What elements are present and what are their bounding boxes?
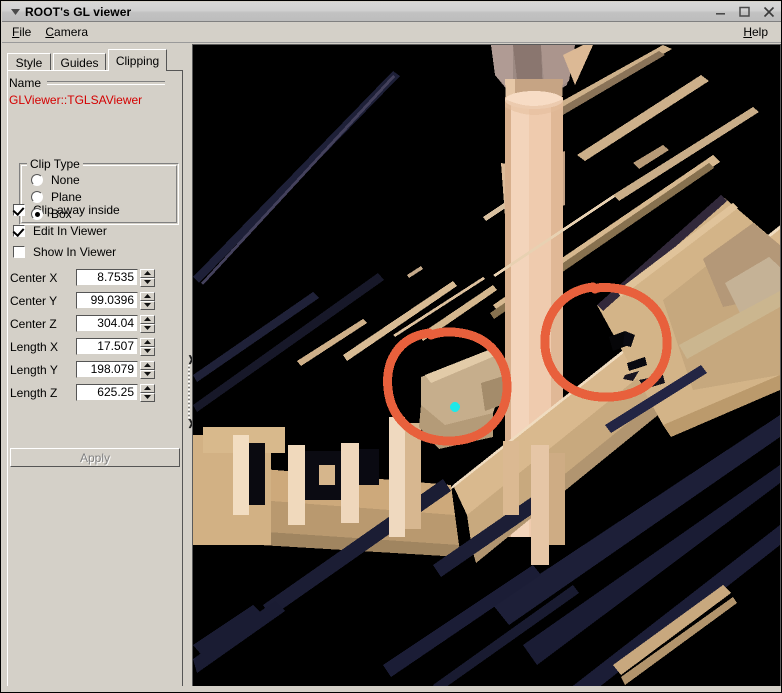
length-y-label: Length Y: [10, 362, 58, 377]
center-z-label: Center Z: [10, 316, 57, 331]
radio-box-indicator: [31, 208, 43, 220]
name-group: Name GLViewer::TGLSAViewer: [9, 76, 181, 107]
center-x-input[interactable]: 8.7535: [76, 269, 138, 286]
checkbox-edit-in-viewer[interactable]: Edit In Viewer: [13, 224, 107, 238]
menubar: File Camera Help: [2, 22, 781, 43]
name-group-label: Name: [9, 76, 42, 90]
center-x-stepper[interactable]: [140, 268, 155, 287]
apply-button[interactable]: Apply: [10, 448, 180, 467]
tab-guides-label: Guides: [60, 56, 99, 70]
center-z-stepper[interactable]: [140, 314, 155, 333]
center-y-label: Center Y: [10, 293, 58, 308]
radio-none-indicator: [31, 174, 43, 186]
menu-help-label: elp: [751, 25, 768, 39]
length-z-step-up[interactable]: [140, 383, 155, 393]
center-z-step-up[interactable]: [140, 314, 155, 324]
checkbox-show-in-viewer[interactable]: Show In Viewer: [13, 245, 116, 259]
center-x-step-up[interactable]: [140, 268, 155, 278]
field-center-z: Center Z 304.04: [10, 314, 178, 333]
show-in-viewer-box: [13, 246, 25, 258]
tab-clipping-label: Clipping: [115, 54, 160, 68]
menu-help[interactable]: Help: [736, 23, 775, 41]
radio-box-label: Box: [51, 207, 72, 221]
tab-clipping[interactable]: Clipping: [108, 49, 167, 71]
close-icon[interactable]: [762, 5, 775, 19]
length-y-step-down[interactable]: [140, 369, 155, 379]
field-length-z: Length Z 625.25: [10, 383, 178, 402]
tab-style[interactable]: Style: [7, 53, 51, 71]
length-y-step-up[interactable]: [140, 360, 155, 370]
name-group-rule: [47, 81, 165, 85]
radio-clip-none[interactable]: None: [31, 173, 80, 187]
window-title: ROOT's GL viewer: [25, 4, 132, 19]
length-z-stepper[interactable]: [140, 383, 155, 402]
splitter-dots-icon: [188, 365, 190, 421]
tab-style-label: Style: [15, 56, 43, 70]
length-z-step-down[interactable]: [140, 392, 155, 402]
name-group-header: Name: [9, 76, 181, 90]
length-y-stepper[interactable]: [140, 360, 155, 379]
menu-file-label: ile: [19, 25, 32, 39]
gl-scene: [193, 45, 780, 692]
field-center-y: Center Y 99.0396: [10, 291, 178, 310]
length-x-stepper[interactable]: [140, 337, 155, 356]
maximize-icon[interactable]: [738, 5, 751, 19]
clip-away-inside-box: [13, 204, 25, 216]
root-gl-viewer-window: ROOT's GL viewer File Camera Help Style …: [0, 0, 782, 693]
length-y-input[interactable]: 198.079: [76, 361, 138, 378]
radio-clip-plane[interactable]: Plane: [31, 190, 82, 204]
center-z-step-down[interactable]: [140, 323, 155, 333]
radio-plane-label: Plane: [51, 190, 82, 204]
menu-camera-label: amera: [54, 25, 89, 39]
window-controls: [714, 5, 775, 19]
window-titlebar: ROOT's GL viewer: [2, 2, 781, 22]
show-in-viewer-label: Show In Viewer: [33, 245, 117, 259]
window-status-strip: [2, 686, 781, 692]
center-y-step-up[interactable]: [140, 291, 155, 301]
panel-tabstrip: Style Guides Clipping: [7, 49, 183, 71]
field-length-y: Length Y 198.079: [10, 360, 178, 379]
field-length-x: Length X 17.507: [10, 337, 178, 356]
edit-in-viewer-box: [13, 225, 25, 237]
field-center-x: Center X 8.7535: [10, 268, 178, 287]
center-x-step-down[interactable]: [140, 277, 155, 287]
length-z-label: Length Z: [10, 385, 58, 400]
menu-file[interactable]: File: [5, 23, 38, 41]
length-z-input[interactable]: 625.25: [76, 384, 138, 401]
minimize-icon[interactable]: [714, 5, 727, 19]
viewer-name-value: GLViewer::TGLSAViewer: [9, 93, 143, 107]
tab-guides[interactable]: Guides: [53, 53, 106, 71]
clip-type-title: Clip Type: [27, 157, 83, 171]
gl-viewport[interactable]: [192, 44, 781, 692]
center-x-label: Center X: [10, 270, 58, 285]
center-y-input[interactable]: 99.0396: [76, 292, 138, 309]
apply-button-label: Apply: [79, 450, 111, 465]
center-z-input[interactable]: 304.04: [76, 315, 138, 332]
menu-camera[interactable]: Camera: [38, 23, 95, 41]
clipping-control-panel: Style Guides Clipping Name GLViewer::TGL…: [2, 44, 186, 692]
window-menu-icon[interactable]: [7, 8, 23, 15]
length-x-step-down[interactable]: [140, 346, 155, 356]
splitter-grip[interactable]: ❱ ❱: [187, 355, 192, 428]
radio-clip-box[interactable]: Box: [31, 207, 72, 221]
radio-plane-indicator: [31, 191, 43, 203]
radio-none-label: None: [51, 173, 80, 187]
length-x-step-up[interactable]: [140, 337, 155, 347]
selection-marker-dot: [450, 402, 460, 412]
edit-in-viewer-label: Edit In Viewer: [33, 224, 107, 238]
length-x-label: Length X: [10, 339, 59, 354]
length-x-input[interactable]: 17.507: [76, 338, 138, 355]
center-y-stepper[interactable]: [140, 291, 155, 310]
center-y-step-down[interactable]: [140, 300, 155, 310]
